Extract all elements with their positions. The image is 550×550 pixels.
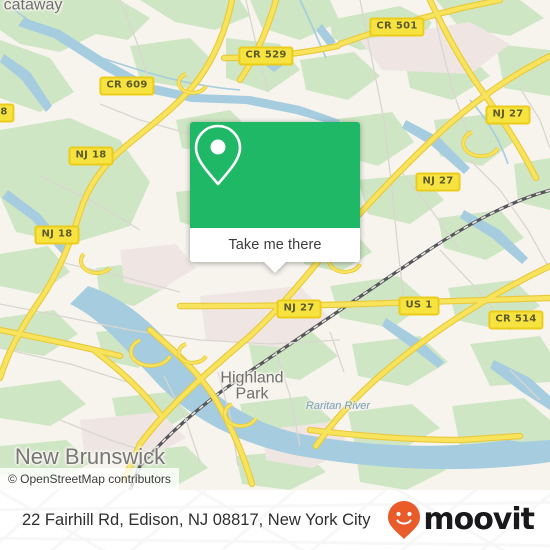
attribution-text: © OpenStreetMap contributors [8, 472, 171, 486]
road-shield: CR 514 [488, 310, 544, 330]
popup-header [190, 122, 360, 228]
place-label: Park [235, 385, 269, 403]
moovit-smiley-pin-icon [388, 501, 421, 539]
place-label: New Brunswick [14, 444, 166, 469]
address-label: 22 Fairhill Rd, Edison, NJ 08817, New Yo… [22, 510, 371, 529]
popup-pointer [263, 261, 287, 273]
take-me-there-button[interactable]: Take me there [190, 228, 360, 262]
location-popup[interactable]: Take me there [190, 122, 360, 273]
map-attribution[interactable]: © OpenStreetMap contributors [0, 468, 179, 490]
take-me-there-label: Take me there [228, 237, 322, 253]
road-shield: CR 609 [99, 76, 155, 96]
road-shield: 8 [0, 103, 15, 123]
road-shield: NJ 27 [415, 172, 461, 192]
road-shield: NJ 27 [276, 299, 322, 319]
road-shield: NJ 27 [485, 105, 531, 125]
place-label: Raritan River [305, 400, 371, 412]
map-canvas[interactable]: CR 501 CR 529 CR 609 NJ 27 NJ 18 NJ 27 NJ 18 NJ… [0, 0, 550, 490]
road-shield: CR 501 [369, 17, 425, 37]
moovit-wordmark: moovit [423, 502, 535, 537]
place-label: Highland [220, 369, 284, 387]
map-pin-icon [194, 124, 242, 186]
place-label: cataway [3, 0, 63, 14]
map-screenshot: CR 501 CR 529 CR 609 NJ 27 NJ 18 NJ 27 NJ 18 NJ… [0, 0, 550, 550]
road-shield: NJ 18 [68, 146, 114, 166]
road-shield: CR 529 [238, 46, 294, 66]
road-shield: NJ 18 [34, 225, 80, 245]
moovit-logo[interactable]: moovit [387, 500, 535, 540]
road-shield: US 1 [398, 296, 440, 316]
footer-bar: 22 Fairhill Rd, Edison, NJ 08817, New Yo… [0, 490, 550, 550]
